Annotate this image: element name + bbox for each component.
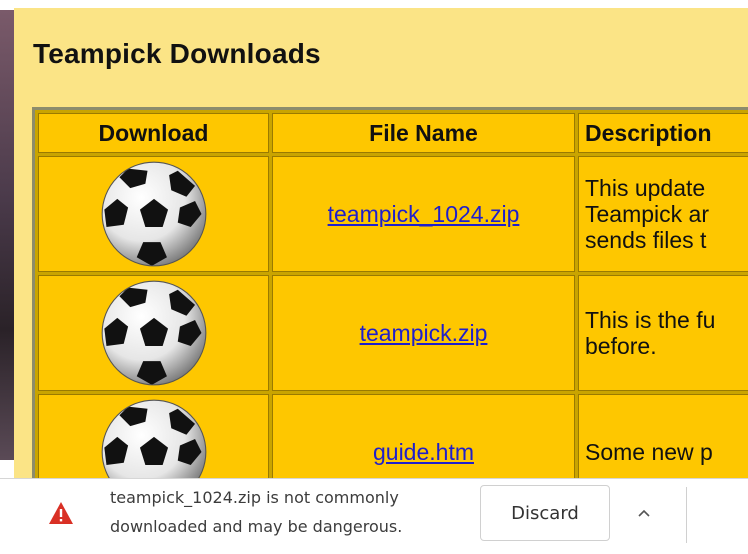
downloads-table: Download File Name Description teampick_… (32, 107, 748, 478)
table-row: teampick_1024.zip This update Teampick a… (38, 156, 748, 272)
header-file-name: File Name (272, 113, 575, 153)
divider (686, 487, 687, 543)
page-title: Teampick Downloads (33, 38, 321, 69)
warning-icon (49, 502, 73, 524)
table-header-row: Download File Name Description (38, 113, 748, 153)
description-cell: This update Teampick ar sends files t (578, 156, 748, 272)
description-line: Teampick ar (585, 201, 709, 227)
window-edge (0, 0, 14, 553)
description-line: Some new p (585, 439, 713, 465)
description-line: This update (585, 175, 706, 201)
download-cell (38, 275, 269, 391)
chevron-up-icon[interactable] (632, 501, 656, 525)
description-line: This is the fu (585, 307, 716, 333)
file-name-cell: teampick_1024.zip (272, 156, 575, 272)
soccer-ball-icon[interactable] (100, 160, 208, 268)
header-description: Description (578, 113, 748, 153)
download-warning-message: teampick_1024.zip is not commonly downlo… (110, 483, 470, 541)
file-link[interactable]: teampick_1024.zip (328, 201, 520, 227)
download-warning-bar: teampick_1024.zip is not commonly downlo… (0, 478, 748, 554)
discard-button[interactable]: Discard (480, 485, 610, 541)
description-line: before. (585, 333, 657, 359)
description-line: sends files t (585, 227, 707, 253)
file-name-cell: guide.htm (272, 394, 575, 478)
file-name-cell: teampick.zip (272, 275, 575, 391)
table-row: guide.htm Some new p (38, 394, 748, 478)
download-cell (38, 156, 269, 272)
warning-line-1: teampick_1024.zip is not commonly (110, 488, 399, 507)
description-cell: This is the fu before. (578, 275, 748, 391)
download-cell (38, 394, 269, 478)
header-download: Download (38, 113, 269, 153)
description-cell: Some new p (578, 394, 748, 478)
soccer-ball-icon[interactable] (100, 279, 208, 387)
file-link[interactable]: guide.htm (373, 439, 474, 465)
warning-line-2: downloaded and may be dangerous. (110, 517, 403, 536)
table-row: teampick.zip This is the fu before. (38, 275, 748, 391)
soccer-ball-icon[interactable] (100, 398, 208, 478)
file-link[interactable]: teampick.zip (360, 320, 488, 346)
web-page: Teampick Downloads Download File Name De… (14, 8, 748, 478)
